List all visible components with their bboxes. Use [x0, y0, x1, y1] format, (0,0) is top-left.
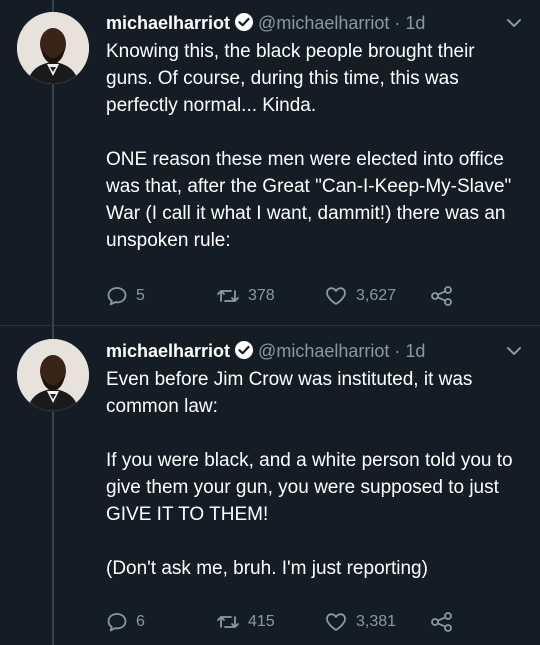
avatar[interactable]: [17, 12, 89, 84]
like-count: 3,627: [356, 287, 397, 304]
tweet-header: michaelharriot @michaelharriot · 1d: [106, 10, 425, 36]
reply-count: 6: [136, 613, 145, 630]
author-handle[interactable]: @michaelharriot: [258, 341, 389, 361]
avatar-image: [17, 12, 89, 84]
tweet-divider: [0, 325, 540, 326]
verified-badge-icon: [234, 340, 254, 367]
reply-button[interactable]: 6: [106, 608, 145, 636]
share-button[interactable]: [430, 608, 456, 636]
reply-button[interactable]: 5: [106, 282, 145, 310]
share-icon: [431, 612, 452, 632]
like-button[interactable]: 3,627: [324, 282, 396, 310]
retweet-count: 378: [248, 287, 275, 304]
retweet-count: 415: [248, 613, 275, 630]
tweet-2[interactable]: michaelharriot @michaelharriot · 1d Even …: [0, 328, 540, 645]
tweet-timestamp[interactable]: · 1d: [394, 13, 425, 33]
tweet-text: Even before Jim Crow was instituted, it …: [106, 369, 513, 579]
chevron-down-icon[interactable]: [506, 346, 522, 356]
avatar[interactable]: [17, 339, 89, 411]
share-button[interactable]: [430, 282, 456, 310]
avatar-image: [17, 339, 89, 411]
reply-icon: [107, 613, 127, 632]
author-name[interactable]: michaelharriot: [106, 341, 230, 361]
like-count: 3,381: [356, 613, 397, 630]
like-icon: [326, 613, 346, 631]
tweet-header: michaelharriot @michaelharriot · 1d: [106, 338, 425, 364]
verified-badge-icon: [234, 12, 254, 39]
share-icon: [431, 286, 452, 306]
author-handle[interactable]: @michaelharriot: [258, 13, 389, 33]
retweet-icon: [217, 290, 239, 302]
tweet-text: Knowing this, the black people brought t…: [106, 41, 512, 251]
retweet-button[interactable]: 415: [216, 608, 275, 636]
tweet-1[interactable]: michaelharriot @michaelharriot · 1d Knowi…: [0, 0, 540, 322]
author-name[interactable]: michaelharriot: [106, 13, 230, 33]
like-button[interactable]: 3,381: [324, 608, 396, 636]
retweet-button[interactable]: 378: [216, 282, 275, 310]
reply-icon: [107, 287, 127, 306]
like-icon: [326, 287, 346, 305]
reply-count: 5: [136, 287, 145, 304]
chevron-down-icon[interactable]: [506, 18, 522, 28]
tweet-timestamp[interactable]: · 1d: [394, 341, 425, 361]
retweet-icon: [217, 616, 239, 628]
